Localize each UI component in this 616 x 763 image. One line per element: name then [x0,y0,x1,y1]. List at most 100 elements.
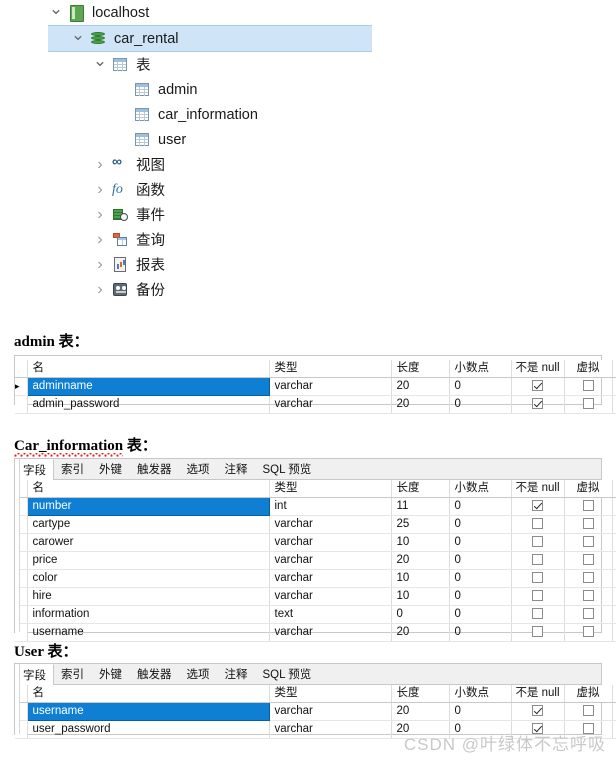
cell-field-type[interactable]: varchar [269,515,392,534]
checkbox-icon[interactable] [532,380,543,392]
cell-field-length[interactable]: 10 [391,569,450,588]
checkbox-icon[interactable] [532,705,543,717]
cell-not-null-checkbox[interactable] [511,587,565,606]
cell-field-decimals[interactable]: 0 [449,623,512,642]
cell-field-length[interactable]: 20 [391,395,450,414]
cell-virtual-checkbox[interactable] [564,605,613,624]
cell-field-decimals[interactable]: 0 [449,395,512,414]
cell-field-decimals[interactable]: 0 [449,497,512,516]
checkbox-icon[interactable] [532,398,543,410]
table-row[interactable]: username varchar 20 0 [15,623,616,642]
column-header-len[interactable]: 长度 [391,360,450,378]
tree-node-报表[interactable]: 报表 [0,252,616,277]
column-header-type[interactable]: 类型 [269,480,392,498]
cell-virtual-checkbox[interactable] [564,587,613,606]
chevron-right-icon[interactable] [92,257,108,273]
cell-field-length[interactable]: 10 [391,587,450,606]
tree-node-user[interactable]: user [0,127,616,152]
chevron-right-icon[interactable] [92,182,108,198]
cell-primary-key[interactable] [612,605,616,624]
cell-field-name[interactable]: color [27,569,270,588]
table-row[interactable]: adminnamevarchar200 1 [15,377,616,396]
checkbox-icon[interactable] [582,572,594,584]
column-header-null[interactable]: 不是 null [511,685,565,703]
cell-field-type[interactable]: int [269,497,392,516]
column-header-virt[interactable]: 虚拟 [564,360,613,378]
column-header-len[interactable]: 长度 [391,685,450,703]
cell-field-length[interactable]: 11 [391,497,450,516]
checkbox-icon[interactable] [532,572,543,584]
cell-field-decimals[interactable]: 0 [449,377,512,396]
tab-字段[interactable]: 字段 [15,664,54,685]
cell-field-type[interactable]: text [269,605,392,624]
cell-field-type[interactable]: varchar [269,395,392,414]
tree-node-视图[interactable]: 视图 [0,152,616,177]
cell-virtual-checkbox[interactable] [564,551,613,570]
checkbox-icon[interactable] [532,626,543,638]
column-header-dec[interactable]: 小数点 [449,685,512,703]
tab-索引[interactable]: 索引 [54,459,92,479]
column-header-name[interactable]: 名 [27,360,270,378]
cell-field-name[interactable]: username [27,623,270,642]
tree-node-admin[interactable]: admin [0,77,616,102]
tab-注释[interactable]: 注释 [217,664,256,684]
cell-primary-key[interactable] [612,720,616,739]
cell-field-decimals[interactable]: 0 [449,515,512,534]
checkbox-icon[interactable] [532,608,543,620]
cell-primary-key[interactable] [612,395,616,414]
checkbox-icon[interactable] [532,590,543,602]
cell-field-decimals[interactable]: 0 [449,551,512,570]
tree-node-备份[interactable]: 备份 [0,277,616,302]
tab-SQL 预览[interactable]: SQL 预览 [255,664,320,684]
column-header-dec[interactable]: 小数点 [449,360,512,378]
checkbox-icon[interactable] [582,590,594,602]
table-row[interactable]: price varchar 20 0 [15,551,616,570]
column-header-dec[interactable]: 小数点 [449,480,512,498]
cell-virtual-checkbox[interactable] [564,623,613,642]
cell-not-null-checkbox[interactable] [511,702,565,721]
tree-node-car_information[interactable]: car_information [0,102,616,127]
checkbox-icon[interactable] [532,500,543,512]
column-header-type[interactable]: 类型 [269,685,392,703]
checkbox-icon[interactable] [582,398,594,410]
chevron-right-icon[interactable] [92,207,108,223]
cell-field-decimals[interactable]: 0 [449,605,512,624]
checkbox-icon[interactable] [582,626,594,638]
table-row[interactable]: cartype varchar 25 0 [15,515,616,534]
table-row[interactable]: admin_password varchar 20 0 [15,395,616,414]
cell-field-type[interactable]: varchar [269,533,392,552]
cell-field-name[interactable]: username [26,702,270,721]
column-header-len[interactable]: 长度 [391,480,450,498]
cell-primary-key[interactable] [612,515,616,534]
cell-not-null-checkbox[interactable] [511,515,565,534]
cell-not-null-checkbox[interactable] [511,533,565,552]
cell-primary-key[interactable] [612,623,616,642]
tab-外键[interactable]: 外键 [92,459,130,479]
cell-field-decimals[interactable]: 0 [449,569,512,588]
checkbox-icon[interactable] [582,518,594,530]
column-header-null[interactable]: 不是 null [511,360,565,378]
cell-field-length[interactable]: 20 [391,551,450,570]
tree-node-查询[interactable]: 查询 [0,227,616,252]
cell-field-length[interactable]: 10 [391,533,450,552]
cell-primary-key[interactable] [612,587,616,606]
tree-node-表[interactable]: 表 [0,52,616,77]
chevron-right-icon[interactable] [92,232,108,248]
cell-virtual-checkbox[interactable] [564,702,613,721]
cell-field-name[interactable]: information [27,605,270,624]
tab-字段[interactable]: 字段 [15,459,54,480]
table-row[interactable]: information text 0 0 [15,605,616,624]
cell-field-name[interactable]: hire [27,587,270,606]
tab-SQL 预览[interactable]: SQL 预览 [255,459,320,479]
cell-field-type[interactable]: varchar [269,377,392,396]
cell-primary-key[interactable]: 1 [612,377,616,396]
chevron-right-icon[interactable] [92,157,108,173]
tab-外键[interactable]: 外键 [92,664,130,684]
tree-node-函数[interactable]: 函数 [0,177,616,202]
column-header-type[interactable]: 类型 [269,360,392,378]
checkbox-icon[interactable] [582,500,594,512]
cell-virtual-checkbox[interactable] [564,533,613,552]
chevron-down-icon[interactable] [48,4,64,21]
chevron-down-icon[interactable] [92,56,108,73]
tab-选项[interactable]: 选项 [179,664,218,684]
